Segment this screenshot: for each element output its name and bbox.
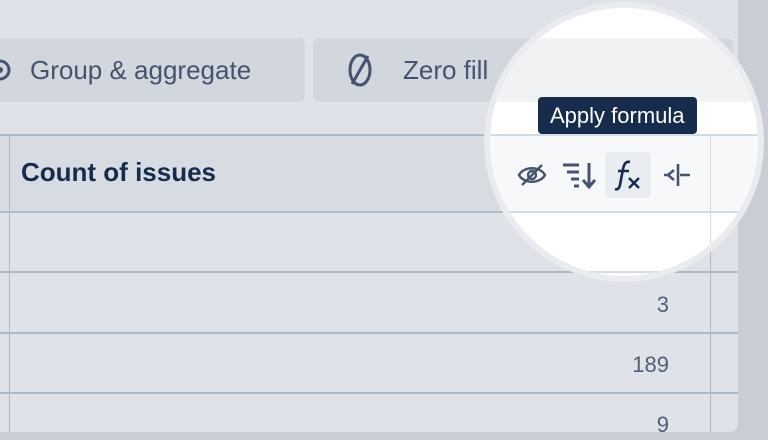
zero-fill-button-magnified[interactable] (490, 38, 753, 102)
zero-slash-icon (347, 50, 373, 90)
divider (490, 134, 758, 136)
zero-fill-label: Zero fill (403, 54, 489, 85)
table-cell: 9 (656, 412, 669, 432)
column-divider (710, 134, 711, 276)
column-divider (9, 134, 10, 432)
divider (0, 332, 738, 334)
gear-icon (0, 50, 30, 90)
screenshot-stage: Group & aggregate Zero fill Count of iss… (0, 0, 768, 440)
group-aggregate-label: Group & aggregate (30, 54, 252, 85)
magnifier-callout: Zero fill (484, 2, 764, 282)
column-header-count-of-issues[interactable]: Count of issues (21, 157, 216, 188)
divider (490, 271, 758, 273)
apply-formula-tooltip: Apply formula (538, 97, 697, 134)
divider (0, 392, 738, 394)
magnified-area: Zero fill (490, 8, 758, 276)
function-fx-icon[interactable] (605, 152, 651, 198)
table-cell: 189 (632, 352, 669, 377)
eye-off-icon[interactable] (509, 152, 555, 198)
sort-descending-icon[interactable] (556, 152, 602, 198)
collapse-column-icon[interactable] (654, 152, 700, 198)
table-cell: 3 (656, 292, 669, 317)
divider (490, 211, 758, 213)
group-aggregate-button[interactable]: Group & aggregate (0, 38, 305, 102)
